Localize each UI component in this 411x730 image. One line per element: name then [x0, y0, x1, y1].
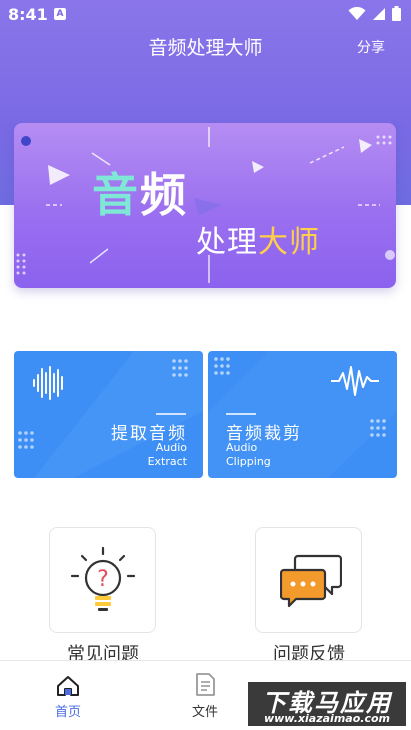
lightbulb-question-icon: ?: [70, 546, 136, 611]
status-icons: [348, 6, 401, 21]
faq-button[interactable]: ?: [49, 527, 156, 633]
clip-audio-card[interactable]: 音频裁剪 Audio Clipping: [208, 351, 397, 478]
extract-audio-card[interactable]: 提取音频 Audio Extract: [14, 351, 203, 478]
status-time: 8:41: [8, 5, 48, 24]
page-title: 音频处理大师: [148, 37, 263, 59]
banner-decoration: [16, 127, 395, 283]
hero-banner: 音频 处理大师: [14, 123, 396, 288]
banner-char: 频: [140, 168, 188, 222]
nav-label-home: 首页: [54, 705, 81, 720]
banner-title-line2: 处理大师: [196, 217, 320, 261]
card-subtitle: Clipping: [226, 455, 271, 468]
card-subtitle: Extract: [147, 455, 187, 468]
feedback-button[interactable]: [255, 527, 362, 633]
home-icon: [57, 676, 79, 696]
document-icon: [196, 673, 215, 696]
share-button[interactable]: 分享: [357, 37, 385, 57]
card-subtitle: Audio: [226, 441, 258, 454]
card-subtitle: Audio: [155, 441, 187, 454]
soundwave-icon: [33, 366, 63, 400]
nav-item-files[interactable]: 文件: [165, 661, 245, 730]
watermark-url: www.xiazaimao.com: [263, 712, 390, 725]
nav-label-files: 文件: [191, 705, 218, 720]
banner-accent-char: 音: [92, 168, 140, 222]
battery-icon: [392, 6, 401, 21]
chat-bubbles-icon: [280, 554, 342, 608]
nav-item-home[interactable]: 首页: [28, 661, 108, 730]
pulse-wave-icon: [331, 366, 379, 396]
banner-line2-accent: 大师: [258, 225, 320, 260]
signal-icon: [373, 7, 385, 20]
status-bar: 8:41 A: [0, 0, 411, 30]
wifi-icon: [348, 6, 366, 20]
banner-title-line1: 音频: [92, 159, 188, 225]
svg-text:?: ?: [97, 567, 109, 592]
notification-icon: A: [54, 8, 66, 20]
banner-line2-text: 处理: [196, 225, 258, 260]
watermark-logo: 下载马应用 www.xiazaimao.com: [246, 680, 408, 728]
